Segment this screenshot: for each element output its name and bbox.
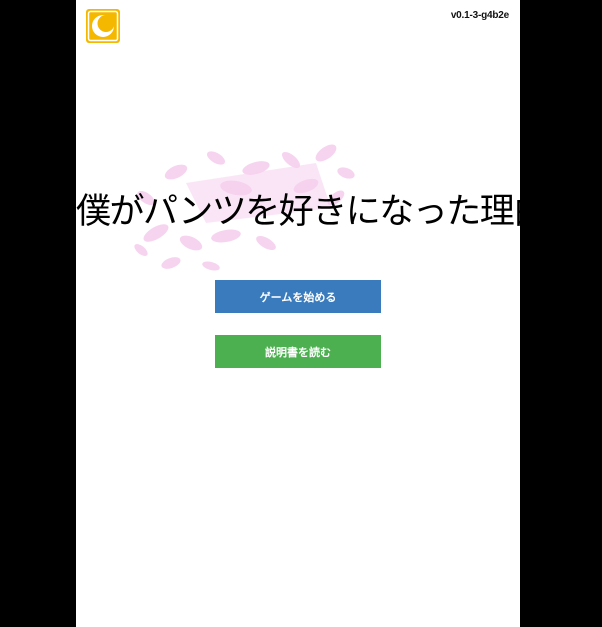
read-manual-button[interactable]: 説明書を読む <box>215 335 381 368</box>
game-title: 僕がパンツを好きになった理由 <box>76 192 520 232</box>
start-game-button[interactable]: ゲームを始める <box>215 280 381 313</box>
crescent-moon-logo-icon <box>86 9 120 43</box>
version-label: v0.1-3-g4b2e <box>450 10 509 21</box>
title-screen: v0.1-3-g4b2e 僕がパンツを好きになった理由 ゲームを始める 説明書を… <box>76 0 520 627</box>
